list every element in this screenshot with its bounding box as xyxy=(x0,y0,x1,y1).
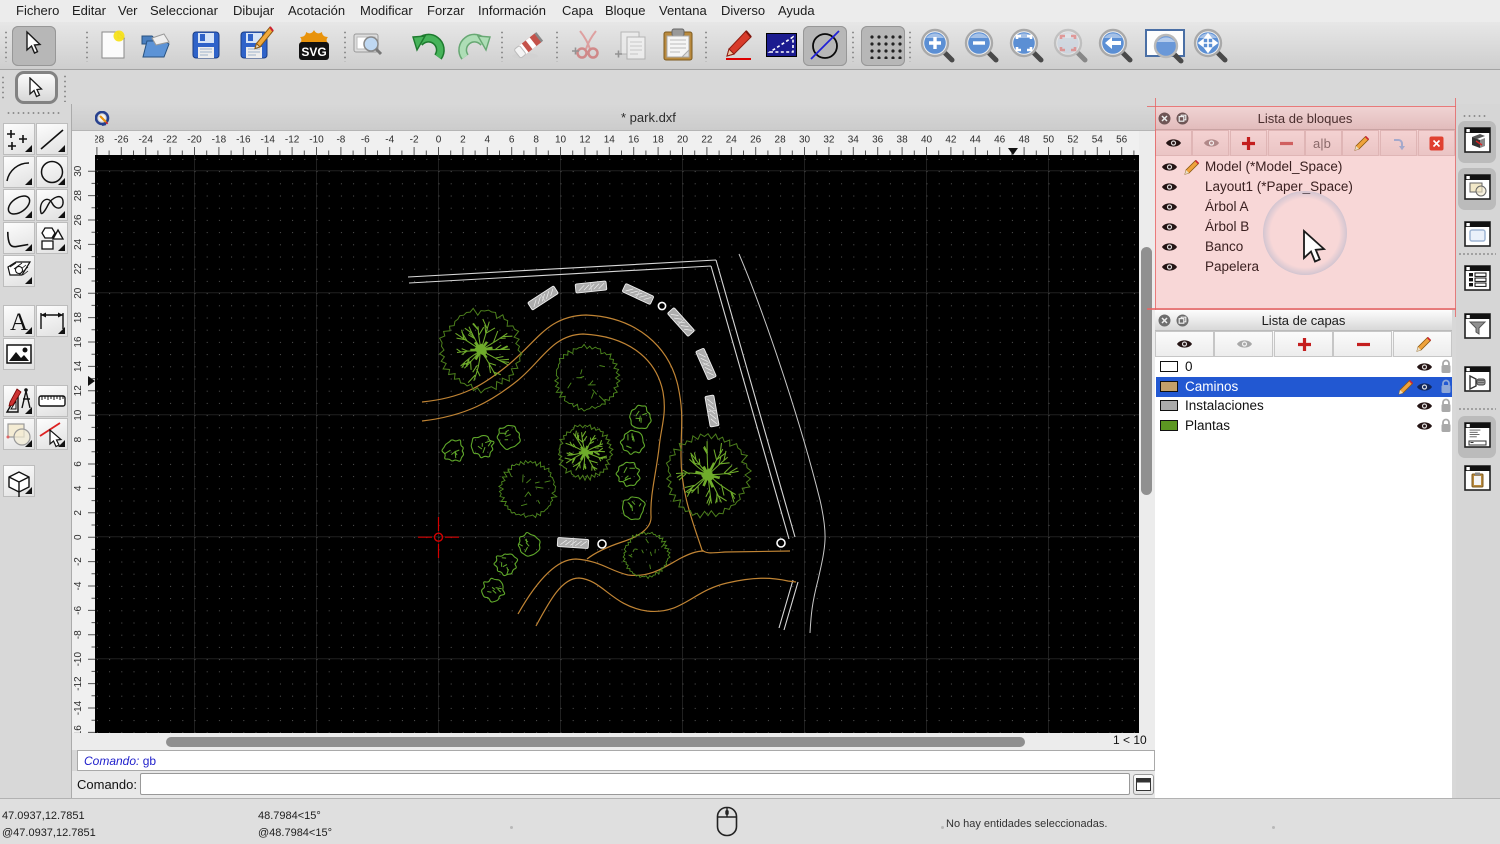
svg-text:44: 44 xyxy=(970,135,982,146)
svg-text:-12: -12 xyxy=(73,676,84,691)
svg-text:-4: -4 xyxy=(385,135,394,146)
svg-text:16: 16 xyxy=(73,336,84,348)
svg-text:4: 4 xyxy=(73,485,84,491)
svg-text:56: 56 xyxy=(1116,135,1128,146)
svg-text:4: 4 xyxy=(485,135,491,146)
svg-text:22: 22 xyxy=(701,135,713,146)
svg-text:18: 18 xyxy=(653,135,665,146)
svg-text:-10: -10 xyxy=(309,135,324,146)
svg-text:2: 2 xyxy=(460,135,466,146)
svg-text:-20: -20 xyxy=(187,135,202,146)
svg-text:46: 46 xyxy=(994,135,1006,146)
svg-text:16: 16 xyxy=(628,135,640,146)
svg-text:-10: -10 xyxy=(73,652,84,667)
svg-text:18: 18 xyxy=(73,312,84,324)
svg-text:20: 20 xyxy=(677,135,689,146)
svg-text:0: 0 xyxy=(73,534,84,540)
svg-text:48: 48 xyxy=(1019,135,1031,146)
svg-text:32: 32 xyxy=(823,135,835,146)
svg-text:0: 0 xyxy=(436,135,442,146)
svg-text:8: 8 xyxy=(73,436,84,442)
svg-text:A: A xyxy=(10,309,28,336)
svg-text:2: 2 xyxy=(73,510,84,516)
svg-text:28: 28 xyxy=(73,190,84,202)
svg-text:50: 50 xyxy=(1043,135,1055,146)
svg-text:-28: -28 xyxy=(95,135,105,146)
svg-text:20: 20 xyxy=(73,287,84,299)
svg-text:28: 28 xyxy=(775,135,787,146)
svg-text:26: 26 xyxy=(750,135,762,146)
svg-text:38: 38 xyxy=(897,135,909,146)
svg-text:10: 10 xyxy=(73,409,84,421)
svg-text:-12: -12 xyxy=(285,135,300,146)
svg-text:12: 12 xyxy=(73,385,84,397)
svg-text:40: 40 xyxy=(921,135,933,146)
svg-text:-8: -8 xyxy=(336,135,345,146)
svg-text:-14: -14 xyxy=(260,135,275,146)
svg-text:34: 34 xyxy=(848,135,860,146)
svg-text:6: 6 xyxy=(73,461,84,467)
svg-text:-2: -2 xyxy=(73,557,84,566)
svg-text:54: 54 xyxy=(1092,135,1104,146)
svg-text:-14: -14 xyxy=(73,700,84,715)
svg-text:-26: -26 xyxy=(114,135,129,146)
svg-text:14: 14 xyxy=(604,135,616,146)
svg-text:14: 14 xyxy=(73,360,84,372)
svg-text:26: 26 xyxy=(73,214,84,226)
svg-text:-16: -16 xyxy=(73,725,84,733)
svg-text:12: 12 xyxy=(579,135,591,146)
svg-text:-8: -8 xyxy=(73,630,84,639)
svg-text:52: 52 xyxy=(1067,135,1079,146)
svg-text:22: 22 xyxy=(73,263,84,275)
svg-text:-18: -18 xyxy=(212,135,227,146)
svg-text:SVG: SVG xyxy=(301,45,326,59)
svg-text:-16: -16 xyxy=(236,135,251,146)
svg-text:42: 42 xyxy=(945,135,957,146)
svg-text:24: 24 xyxy=(73,238,84,250)
svg-text:-6: -6 xyxy=(361,135,370,146)
svg-text:30: 30 xyxy=(73,165,84,177)
svg-text:36: 36 xyxy=(872,135,884,146)
svg-text:-2: -2 xyxy=(410,135,419,146)
svg-text:-22: -22 xyxy=(163,135,178,146)
svg-text:6: 6 xyxy=(509,135,515,146)
svg-text:-4: -4 xyxy=(73,581,84,590)
svg-text:8: 8 xyxy=(533,135,539,146)
svg-text:10: 10 xyxy=(555,135,567,146)
svg-text:30: 30 xyxy=(799,135,811,146)
svg-text:-24: -24 xyxy=(138,135,153,146)
svg-text:24: 24 xyxy=(726,135,738,146)
svg-text:-6: -6 xyxy=(73,606,84,615)
